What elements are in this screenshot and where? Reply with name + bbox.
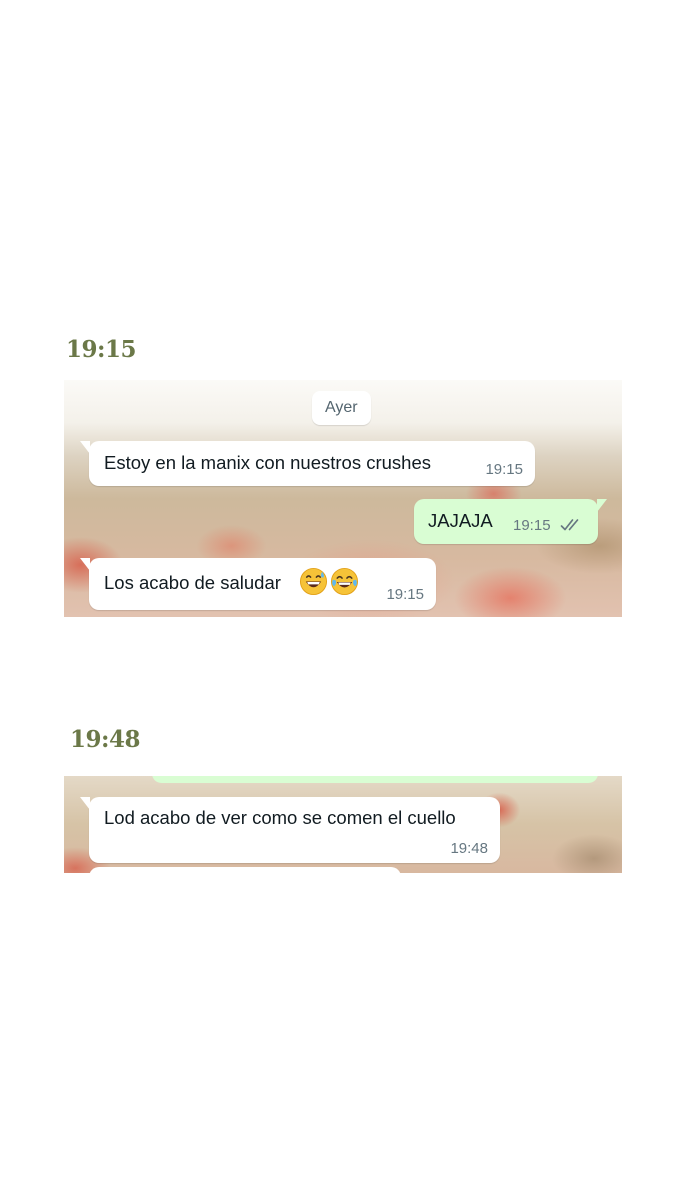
incoming-message-bubble[interactable]: Los acabo de saludar 19:15: [80, 558, 436, 610]
outgoing-message-bubble[interactable]: JAJAJA 19:15: [414, 499, 607, 544]
message-timestamp: 19:15: [485, 461, 523, 478]
tears-of-joy-emoji-icon: [330, 567, 359, 596]
bubble-tail: [597, 499, 607, 512]
bubble-tail: [80, 558, 90, 571]
message-text: Los acabo de saludar: [104, 572, 281, 593]
incoming-message-bubble[interactable]: Lod acabo de ver como se comen el cuello…: [80, 797, 500, 863]
grinning-sweat-emoji-icon: [299, 567, 328, 596]
section-time-heading: 19:15: [66, 336, 137, 363]
chat-screenshot-panel: Lod acabo de ver como se comen el cuello…: [64, 776, 622, 873]
message-timestamp: 19:15: [386, 586, 424, 603]
message-text: JAJAJA: [428, 510, 493, 531]
bubble-tail: [80, 441, 90, 454]
cut-off-outgoing-bubble: [152, 776, 598, 783]
message-timestamp: 19:15: [513, 517, 551, 534]
section-time-heading: 19:48: [70, 726, 141, 753]
message-text: Estoy en la manix con nuestros crushes: [104, 452, 431, 473]
cut-off-incoming-bubble: [89, 867, 401, 873]
double-check-icon: [560, 519, 579, 531]
incoming-message-bubble[interactable]: Estoy en la manix con nuestros crushes 1…: [80, 441, 535, 486]
date-separator-chip: Ayer: [312, 391, 371, 425]
message-timestamp: 19:48: [450, 840, 488, 857]
message-text: Lod acabo de ver como se comen el cuello: [104, 807, 456, 828]
bubble-tail: [80, 797, 90, 810]
